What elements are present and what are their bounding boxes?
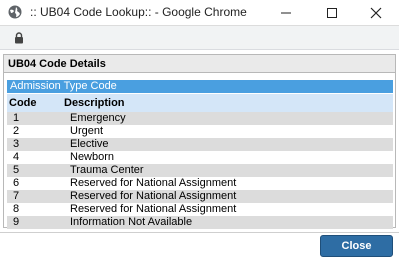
cell-code: 4 [13, 151, 20, 163]
cell-code: 2 [13, 125, 20, 137]
close-icon [370, 7, 382, 19]
cell-code: 3 [13, 138, 20, 150]
table-row: 6 Reserved for National Assignment [7, 177, 393, 190]
cell-code: 5 [13, 164, 20, 176]
cell-description: Newborn [70, 151, 115, 163]
code-details-panel: UB04 Code Details Admission Type Code Co… [3, 54, 396, 229]
page-content: UB04 Code Details Admission Type Code Co… [0, 51, 399, 261]
window-title: :: UB04 Code Lookup:: - Google Chrome [30, 5, 247, 19]
table-row: 8 Reserved for National Assignment [7, 203, 393, 216]
cell-description: Information Not Available [70, 216, 193, 228]
cell-code: 7 [13, 190, 20, 202]
table-row: 3 Elective [7, 138, 393, 151]
cell-description: Reserved for National Assignment [70, 203, 237, 215]
table-row: 5 Trauma Center [7, 164, 393, 177]
table-row: 2 Urgent [7, 125, 393, 138]
address-bar[interactable] [0, 26, 399, 50]
table-row: 9 Information Not Available [7, 216, 393, 229]
table-header: Code Description [7, 94, 393, 112]
cell-code: 8 [13, 203, 20, 215]
window-titlebar: :: UB04 Code Lookup:: - Google Chrome [0, 0, 399, 26]
column-header-description: Description [64, 97, 125, 109]
close-button[interactable]: Close [320, 235, 393, 257]
cell-description: Emergency [70, 112, 126, 124]
cell-code: 1 [13, 112, 20, 124]
table-row: 4 Newborn [7, 151, 393, 164]
minimize-icon [281, 12, 291, 14]
table-row: 7 Reserved for National Assignment [7, 190, 393, 203]
lock-icon [14, 32, 24, 44]
maximize-button[interactable] [309, 0, 355, 26]
window-close-button[interactable] [353, 0, 399, 26]
cell-description: Trauma Center [70, 164, 144, 176]
cell-description: Urgent [70, 125, 104, 137]
cell-code: 9 [13, 216, 20, 228]
globe-icon [8, 5, 22, 19]
minimize-button[interactable] [263, 0, 309, 26]
cell-description: Reserved for National Assignment [70, 177, 237, 189]
maximize-icon [327, 8, 337, 18]
cell-description: Reserved for National Assignment [70, 190, 237, 202]
column-header-code: Code [9, 97, 37, 109]
cell-code: 6 [13, 177, 20, 189]
section-header: Admission Type Code [7, 80, 393, 93]
code-table-body: 1 Emergency 2 Urgent 3 Elective 4 Newbor… [7, 112, 393, 229]
panel-title: UB04 Code Details [4, 55, 395, 73]
footer-divider [0, 232, 399, 233]
table-row: 1 Emergency [7, 112, 393, 125]
cell-description: Elective [70, 138, 109, 150]
